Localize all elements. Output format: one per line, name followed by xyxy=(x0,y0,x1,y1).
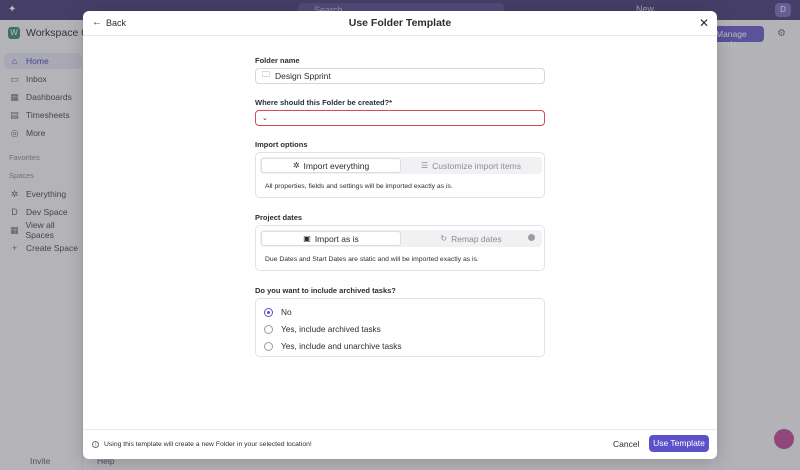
modal-footer: i Using this template will create a new … xyxy=(83,429,717,459)
customize-import-option[interactable]: ☰ Customize import items xyxy=(401,158,541,173)
cancel-button[interactable]: Cancel xyxy=(613,439,639,449)
option-label: Import as is xyxy=(314,233,359,244)
remap-dates-option[interactable]: ↻ Remap dates xyxy=(401,231,541,246)
import-options-description: All properties, fields and settings will… xyxy=(265,183,453,190)
radio-label: No xyxy=(281,307,292,317)
calendar-icon: ▣ xyxy=(303,234,311,243)
option-label: Customize import items xyxy=(432,160,521,171)
location-select[interactable]: ⌄ xyxy=(255,110,545,126)
radio-selected[interactable] xyxy=(264,307,273,317)
folder-name-value: Design Spprint xyxy=(275,71,331,81)
archived-option-include[interactable]: Yes, include archived tasks xyxy=(264,324,381,334)
folder-name-label: Folder name xyxy=(255,56,300,65)
use-folder-template-modal: ← Back Use Folder Template ✕ Folder name… xyxy=(83,11,717,459)
modal-header: ← Back Use Folder Template ✕ xyxy=(83,11,717,36)
import-everything-option[interactable]: ✲ Import everything xyxy=(261,158,401,173)
folder-icon: 🗀 xyxy=(262,70,270,79)
import-options-card: ✲ Import everything ☰ Customize import i… xyxy=(255,152,545,198)
archived-option-no[interactable]: No xyxy=(264,307,292,317)
info-icon: i xyxy=(92,441,99,448)
footer-note: i Using this template will create a new … xyxy=(92,441,312,448)
archived-tasks-card: No Yes, include archived tasks Yes, incl… xyxy=(255,298,545,357)
use-template-button[interactable]: Use Template xyxy=(649,435,709,452)
import-as-is-option[interactable]: ▣ Import as is xyxy=(261,231,401,246)
close-icon[interactable]: ✕ xyxy=(699,16,709,30)
refresh-icon: ↻ xyxy=(440,234,448,243)
option-label: Remap dates xyxy=(451,233,502,244)
sliders-icon: ☰ xyxy=(421,161,429,170)
radio[interactable] xyxy=(264,324,273,334)
import-options-label: Import options xyxy=(255,140,308,149)
location-label: Where should this Folder be created?* xyxy=(255,98,393,107)
chevron-down-icon: ⌄ xyxy=(262,115,268,122)
import-options-toggle: ✲ Import everything ☰ Customize import i… xyxy=(260,157,542,174)
project-dates-toggle: ▣ Import as is ↻ Remap dates xyxy=(260,230,542,247)
radio[interactable] xyxy=(264,341,273,351)
footer-note-text: Using this template will create a new Fo… xyxy=(104,441,312,448)
radio-label: Yes, include archived tasks xyxy=(281,324,381,334)
project-dates-card: ▣ Import as is ↻ Remap dates Due Dates a… xyxy=(255,225,545,271)
asterisk-icon: ✲ xyxy=(292,161,300,170)
archived-tasks-label: Do you want to include archived tasks? xyxy=(255,286,396,295)
option-label: Import everything xyxy=(303,160,370,171)
archived-option-unarchive[interactable]: Yes, include and unarchive tasks xyxy=(264,341,402,351)
modal-title: Use Folder Template xyxy=(348,17,452,29)
radio-label: Yes, include and unarchive tasks xyxy=(281,341,402,351)
project-dates-label: Project dates xyxy=(255,213,303,222)
info-icon[interactable] xyxy=(528,234,535,241)
project-dates-description: Due Dates and Start Dates are static and… xyxy=(265,256,479,263)
folder-name-input[interactable]: 🗀 Design Spprint xyxy=(255,68,545,84)
